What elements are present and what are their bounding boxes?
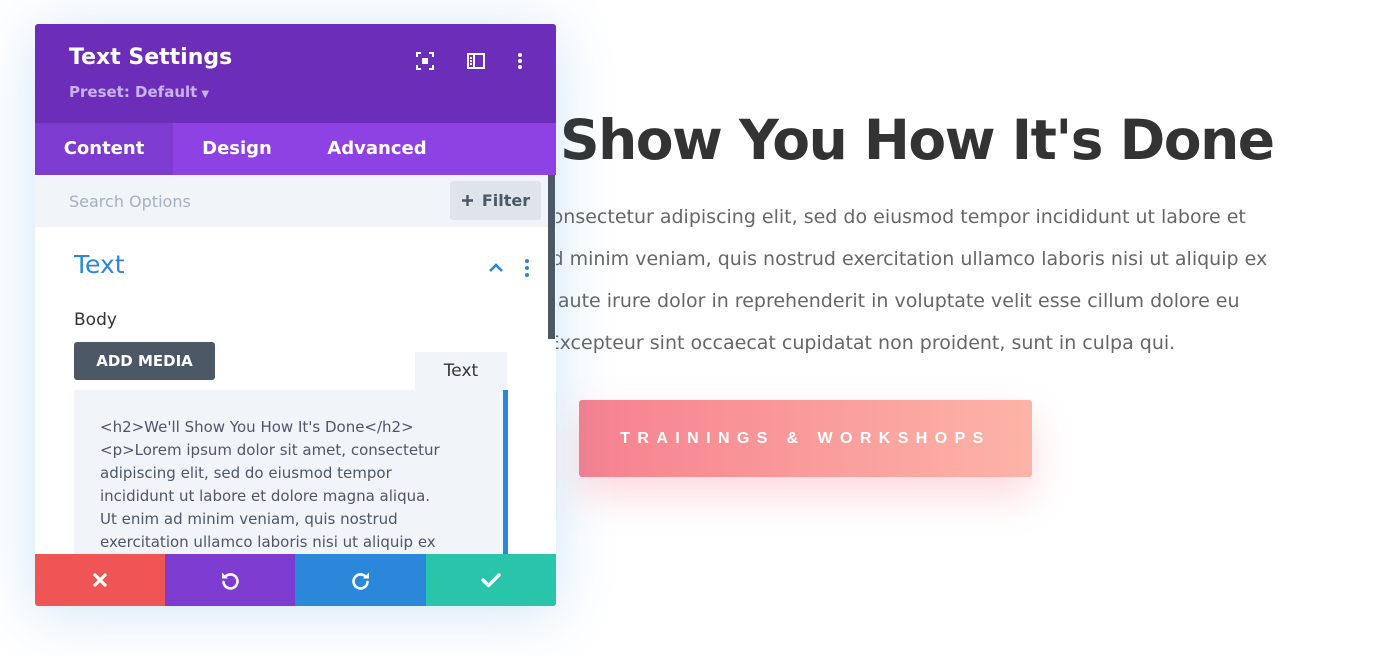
search-bar: Filter — [35, 175, 556, 227]
redo-button[interactable] — [295, 554, 426, 606]
save-button[interactable] — [426, 554, 556, 606]
editor-line: Ut enim ad minim veniam, quis nostrud — [100, 510, 398, 528]
tab-content[interactable]: Content — [35, 123, 173, 175]
panel-title: Text Settings — [69, 45, 233, 70]
preset-dropdown[interactable]: Preset: Default ▼ — [69, 83, 209, 101]
tab-advanced[interactable]: Advanced — [317, 123, 437, 175]
editor-tab-text[interactable]: Text — [415, 352, 507, 390]
section-title-text: Text — [74, 250, 125, 279]
preset-label: Preset: Default — [69, 83, 198, 101]
cancel-button[interactable] — [35, 554, 165, 606]
editor-line: adipiscing elit, sed do eiusmod tempor — [100, 464, 392, 482]
search-input[interactable] — [69, 189, 439, 213]
body-editor[interactable]: <h2>We'll Show You How It's Done</h2> <p… — [74, 390, 508, 558]
more-vertical-icon[interactable] — [509, 50, 531, 72]
focus-mode-icon[interactable] — [414, 50, 436, 72]
editor-line: incididunt ut labore et dolore magna ali… — [100, 487, 431, 505]
body-label: Body — [74, 310, 117, 330]
filter-button[interactable]: Filter — [450, 181, 541, 220]
tab-bar: Content Design Advanced — [35, 123, 556, 175]
close-icon — [93, 573, 107, 587]
add-media-button[interactable]: ADD MEDIA — [74, 342, 215, 380]
paragraph-line: et, consectetur adipiscing elit, sed do … — [510, 206, 1246, 228]
paragraph-line: im ad minim veniam, quis nostrud exercit… — [510, 248, 1268, 270]
paragraph-line: Duis aute irure dolor in reprehenderit i… — [510, 290, 1240, 312]
cta-label: TRAININGS & WORKSHOPS — [620, 429, 991, 447]
editor-line: <h2>We'll Show You How It's Done</h2> — [100, 418, 414, 436]
sidebar-layout-icon[interactable] — [465, 50, 487, 72]
check-icon — [481, 573, 501, 588]
section-more-icon[interactable] — [517, 257, 537, 279]
editor-line: <p>Lorem ipsum dolor sit amet, consectet… — [100, 441, 440, 459]
editor-content: <h2>We'll Show You How It's Done</h2> <p… — [100, 416, 485, 554]
undo-button[interactable] — [165, 554, 295, 606]
tab-design[interactable]: Design — [185, 123, 289, 175]
paragraph-line: tur. Excepteur sint occaecat cupidatat n… — [510, 332, 1176, 354]
page-paragraph: et, consectetur adipiscing elit, sed do … — [510, 196, 1360, 364]
undo-icon — [222, 572, 239, 590]
page-heading: Show You How It's Done — [560, 108, 1275, 172]
scrollbar-thumb[interactable] — [548, 175, 555, 339]
redo-icon — [351, 572, 369, 590]
panel-header: Text Settings Preset: Default ▼ — [35, 24, 556, 123]
footer-actions — [35, 554, 556, 606]
filter-label: Filter — [481, 191, 531, 210]
chevron-up-icon[interactable] — [485, 260, 507, 276]
caret-down-icon: ▼ — [201, 89, 210, 100]
editor-line: exercitation ullamco laboris nisi ut ali… — [100, 533, 436, 551]
trainings-workshops-button[interactable]: TRAININGS & WORKSHOPS — [579, 400, 1032, 477]
plus-icon — [461, 195, 473, 206]
text-settings-panel: Text Settings Preset: Default ▼ Content D… — [35, 24, 556, 606]
